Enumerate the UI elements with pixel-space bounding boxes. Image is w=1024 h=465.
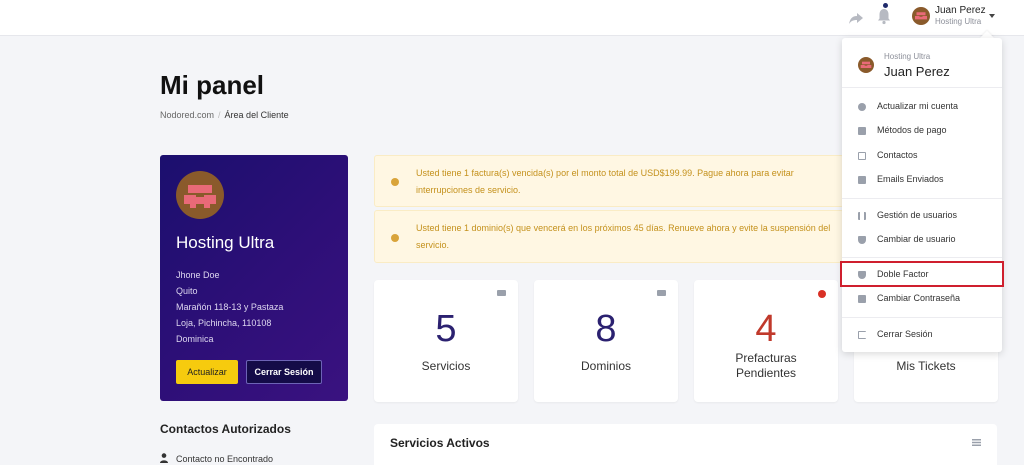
menu-item-label: Actualizar mi cuenta [877,101,959,111]
menu-item-payment-methods[interactable]: Métodos de pago [842,121,1002,141]
profile-logout-button[interactable]: Cerrar Sesión [246,360,322,384]
stat-label: Servicios [421,359,471,373]
envelope-icon [858,176,866,184]
lock-icon [858,295,866,303]
divider [842,317,1002,318]
profile-country: Dominica [176,334,214,344]
menu-item-user-management[interactable]: Gestión de usuarios [842,206,1002,226]
menu-icon[interactable] [972,439,981,446]
swap-icon [858,212,866,220]
menu-item-change-password[interactable]: Cambiar Contraseña [842,289,1002,309]
avatar [858,57,874,73]
overdue-invoice-alert: Usted tiene 1 factura(s) vencida(s) por … [374,155,844,207]
chevron-down-icon[interactable] [989,14,995,18]
menu-item-label: Cerrar Sesión [877,329,933,339]
menu-item-label: Contactos [877,150,918,160]
header-user-name[interactable]: Juan Perez [935,5,986,16]
user-dropdown-menu: Hosting Ultra Juan Perez Actualizar mi c… [842,38,1002,352]
credit-card-icon [858,127,866,135]
stat-label: Prefacturas Pendientes [735,351,797,380]
stat-value: 8 [595,308,617,350]
contacts-icon [858,152,866,160]
menu-item-switch-user[interactable]: Cambiar de usuario [842,230,1002,250]
profile-address: Marañón 118-13 y Pastaza [176,302,284,312]
logout-icon [858,331,866,339]
contacts-title: Contactos Autorizados [160,422,291,436]
share-icon[interactable] [848,9,864,25]
services-panel-title: Servicios Activos [390,436,490,450]
stat-label: Mis Tickets [896,359,956,373]
globe-icon [657,290,666,296]
update-profile-button[interactable]: Actualizar [176,360,238,384]
warning-icon [391,234,399,242]
profile-city: Quito [176,286,198,296]
highlight-box [840,261,1004,287]
breadcrumb-separator: / [218,110,221,120]
breadcrumb-home[interactable]: Nodored.com [160,110,214,120]
header-user-company: Hosting Ultra [935,17,982,26]
profile-card: Hosting Ultra Jhone Doe Quito Marañón 11… [160,155,348,401]
active-services-panel: Servicios Activos [374,424,997,465]
profile-contact-name: Jhone Doe [176,270,220,280]
menu-item-label: Cambiar Contraseña [877,293,961,303]
menu-item-logout[interactable]: Cerrar Sesión [842,325,1002,345]
menu-item-label: Métodos de pago [877,125,947,135]
domain-expiry-alert: Usted tiene 1 dominio(s) que vencerá en … [374,210,844,263]
shield-icon [858,236,866,244]
stat-card-services[interactable]: 5 Servicios [374,280,518,402]
menu-item-sent-emails[interactable]: Emails Enviados [842,170,1002,190]
dropdown-company: Hosting Ultra [884,52,931,61]
breadcrumb-current: Área del Cliente [224,110,289,120]
info-icon [858,103,866,111]
profile-region: Loja, Pichincha, 110108 [176,318,272,328]
server-icon [497,290,506,296]
stat-label: Dominios [580,359,631,373]
stat-card-pending-invoices[interactable]: 4 Prefacturas Pendientes [694,280,838,402]
contact-empty-text: Contacto no Encontrado [176,454,274,464]
divider [842,87,1002,88]
stat-value: 5 [435,308,457,350]
profile-company-name: Hosting Ultra [176,233,275,252]
menu-item-label: Emails Enviados [877,174,944,184]
divider [842,198,1002,199]
notification-dot [883,3,888,8]
user-icon [160,453,168,463]
bell-icon[interactable] [876,7,892,25]
alert-text: Usted tiene 1 factura(s) vencida(s) por … [416,168,794,195]
top-bar: Juan Perez Hosting Ultra [0,0,1024,36]
alert-text: Usted tiene 1 dominio(s) que vencerá en … [416,223,831,250]
warning-icon [391,178,399,186]
menu-item-contacts[interactable]: Contactos [842,146,1002,166]
stat-card-domains[interactable]: 8 Dominios [534,280,678,402]
stat-value: 4 [755,308,777,350]
menu-item-update-account[interactable]: Actualizar mi cuenta [842,97,1002,117]
menu-item-label: Gestión de usuarios [877,210,958,220]
breadcrumb: Nodored.com / Área del Cliente [160,110,289,120]
menu-item-label: Cambiar de usuario [877,234,956,244]
dropdown-user-name: Juan Perez [884,64,950,79]
alert-icon [818,290,826,298]
page-title: Mi panel [160,70,265,100]
profile-avatar [176,171,224,219]
divider [842,257,1002,258]
avatar[interactable] [912,7,930,25]
